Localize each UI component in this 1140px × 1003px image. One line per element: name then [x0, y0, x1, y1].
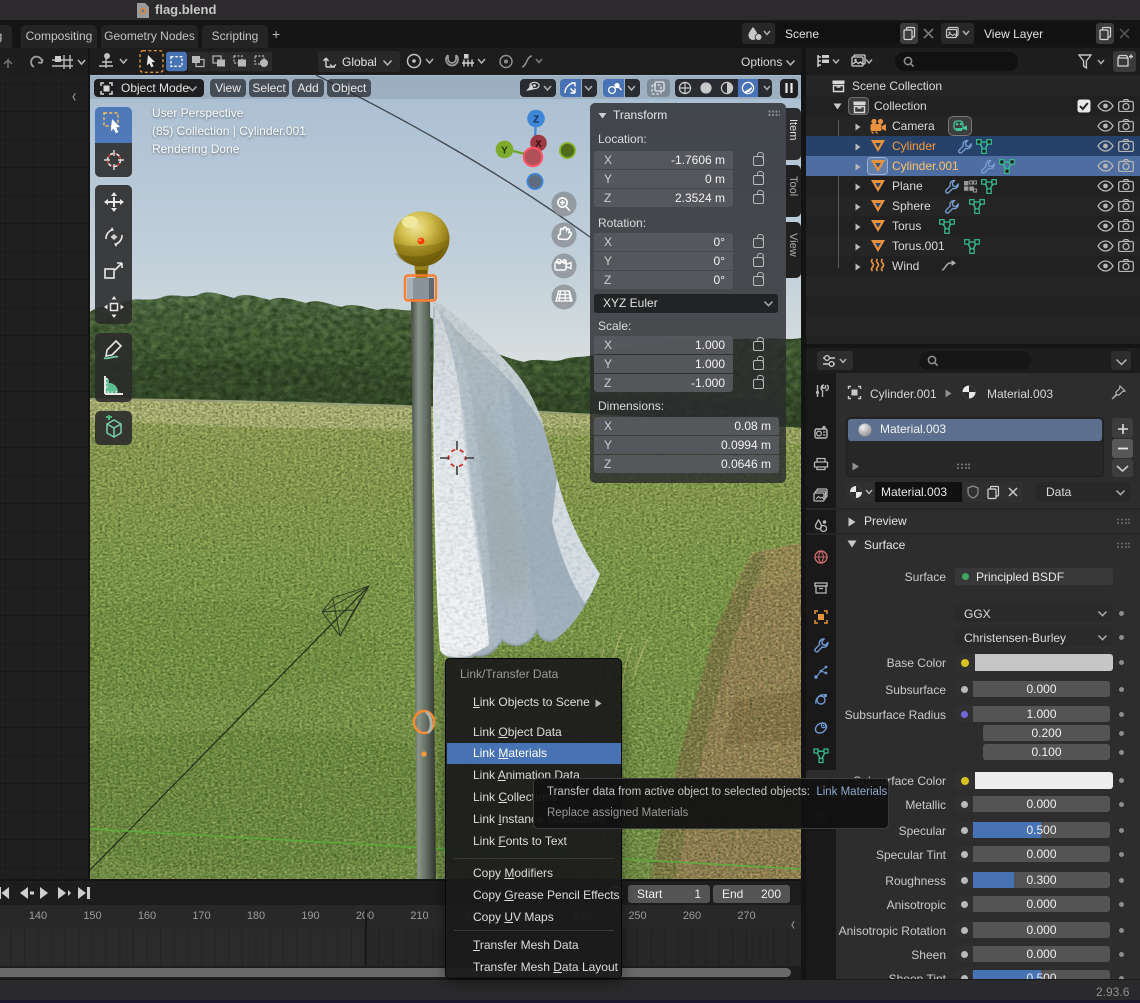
svg-text:Z: Z: [533, 115, 539, 126]
svg-text:Y: Y: [501, 146, 508, 157]
